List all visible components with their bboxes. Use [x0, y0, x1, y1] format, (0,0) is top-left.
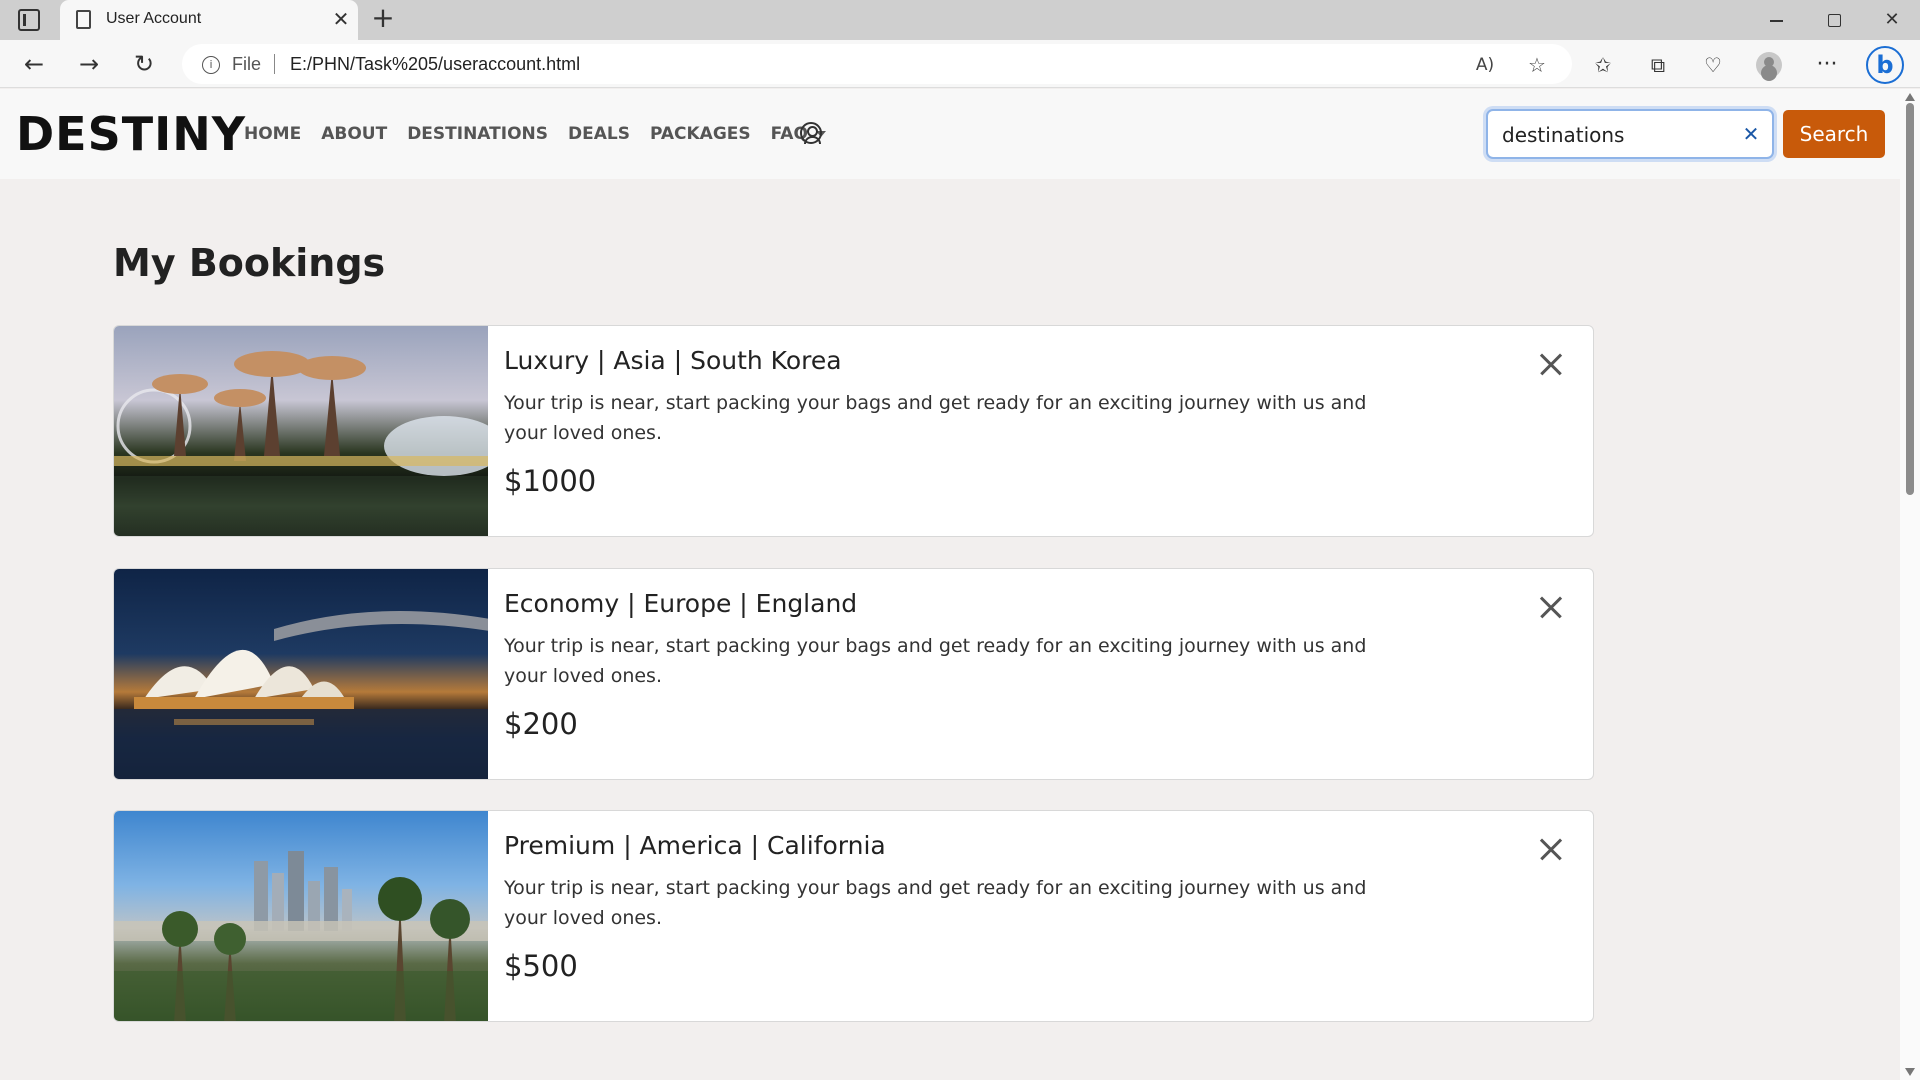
booking-title: Premium | America | California — [504, 831, 886, 860]
page-title: My Bookings — [113, 241, 386, 285]
browser-essentials-icon[interactable]: ♡ — [1698, 50, 1728, 80]
browser-toolbar: ← → ↻ i File E:/PHN/Task%205/useraccount… — [0, 40, 1920, 88]
nav-link-packages[interactable]: PACKAGES — [650, 124, 751, 144]
booking-price: $1000 — [504, 464, 597, 498]
booking-title: Economy | Europe | England — [504, 589, 858, 618]
new-tab-button[interactable]: + — [368, 4, 398, 34]
read-aloud-icon[interactable]: A) — [1472, 52, 1498, 78]
remove-booking-close-icon[interactable] — [1534, 348, 1568, 382]
back-button[interactable]: ← — [18, 48, 50, 80]
favorites-icon[interactable]: ✩ — [1588, 50, 1618, 80]
url-text[interactable]: E:/PHN/Task%205/useraccount.html — [290, 54, 580, 75]
nav-link-destinations[interactable]: DESTINATIONS — [407, 124, 548, 144]
booking-title: Luxury | Asia | South Korea — [504, 346, 842, 375]
remove-booking-close-icon[interactable] — [1534, 591, 1568, 625]
booking-description: Your trip is near, start packing your ba… — [504, 877, 1367, 929]
booking-price: $500 — [504, 949, 578, 983]
site-logo[interactable]: DESTINY — [16, 107, 246, 161]
file-label: File — [232, 54, 262, 74]
tab-close-icon[interactable]: ✕ — [328, 6, 354, 32]
booking-image — [114, 811, 488, 1021]
nav-link-about[interactable]: ABOUT — [321, 124, 387, 144]
profile-avatar-icon[interactable] — [1754, 50, 1784, 80]
booking-description: Your trip is near, start packing your ba… — [504, 635, 1367, 687]
reload-button[interactable]: ↻ — [128, 48, 160, 80]
search-input[interactable] — [1502, 121, 1722, 149]
address-separator — [274, 54, 275, 74]
search-button[interactable]: Search — [1783, 110, 1885, 158]
scroll-down-arrow-icon[interactable] — [1905, 1068, 1915, 1076]
address-bar[interactable]: i File E:/PHN/Task%205/useraccount.html … — [182, 44, 1572, 84]
nav-link-deals[interactable]: DEALS — [568, 124, 630, 144]
favorite-star-icon[interactable]: ☆ — [1524, 52, 1550, 78]
user-account-icon[interactable] — [800, 122, 822, 144]
scroll-thumb[interactable] — [1906, 103, 1914, 495]
site-navbar: DESTINY HOME ABOUT DESTINATIONS DEALS PA… — [0, 89, 1900, 179]
scroll-up-arrow-icon[interactable] — [1905, 93, 1915, 101]
browser-tab[interactable]: User Account ✕ — [60, 0, 358, 40]
booking-price: $200 — [504, 707, 578, 741]
booking-image — [114, 326, 488, 536]
search-box: ✕ — [1486, 109, 1774, 159]
close-window-button[interactable]: ✕ — [1872, 6, 1912, 34]
page-viewport: DESTINY HOME ABOUT DESTINATIONS DEALS PA… — [0, 89, 1900, 1080]
booking-card: Luxury | Asia | South Korea Your trip is… — [113, 325, 1594, 537]
browser-tabstrip: User Account ✕ + ✕ — [0, 0, 1920, 40]
collections-icon[interactable]: ⧉ — [1643, 50, 1673, 80]
tab-title: User Account — [106, 10, 202, 27]
booking-card: Premium | America | California Your trip… — [113, 810, 1594, 1022]
document-icon — [76, 10, 91, 29]
minimize-button[interactable] — [1756, 6, 1796, 34]
more-options-icon[interactable]: ··· — [1812, 50, 1842, 80]
tab-actions-icon[interactable] — [18, 9, 40, 31]
copilot-icon[interactable]: b — [1866, 46, 1904, 84]
forward-button[interactable]: → — [73, 48, 105, 80]
nav-link-home[interactable]: HOME — [244, 124, 301, 144]
vertical-scrollbar[interactable] — [1900, 89, 1920, 1080]
maximize-button[interactable] — [1814, 6, 1854, 34]
info-icon[interactable]: i — [202, 56, 220, 74]
booking-description: Your trip is near, start packing your ba… — [504, 392, 1367, 444]
remove-booking-close-icon[interactable] — [1534, 833, 1568, 867]
booking-image — [114, 569, 488, 779]
search-clear-icon[interactable]: ✕ — [1738, 121, 1764, 147]
nav-links: HOME ABOUT DESTINATIONS DEALS PACKAGES F… — [244, 124, 846, 144]
booking-card: Economy | Europe | England Your trip is … — [113, 568, 1594, 780]
